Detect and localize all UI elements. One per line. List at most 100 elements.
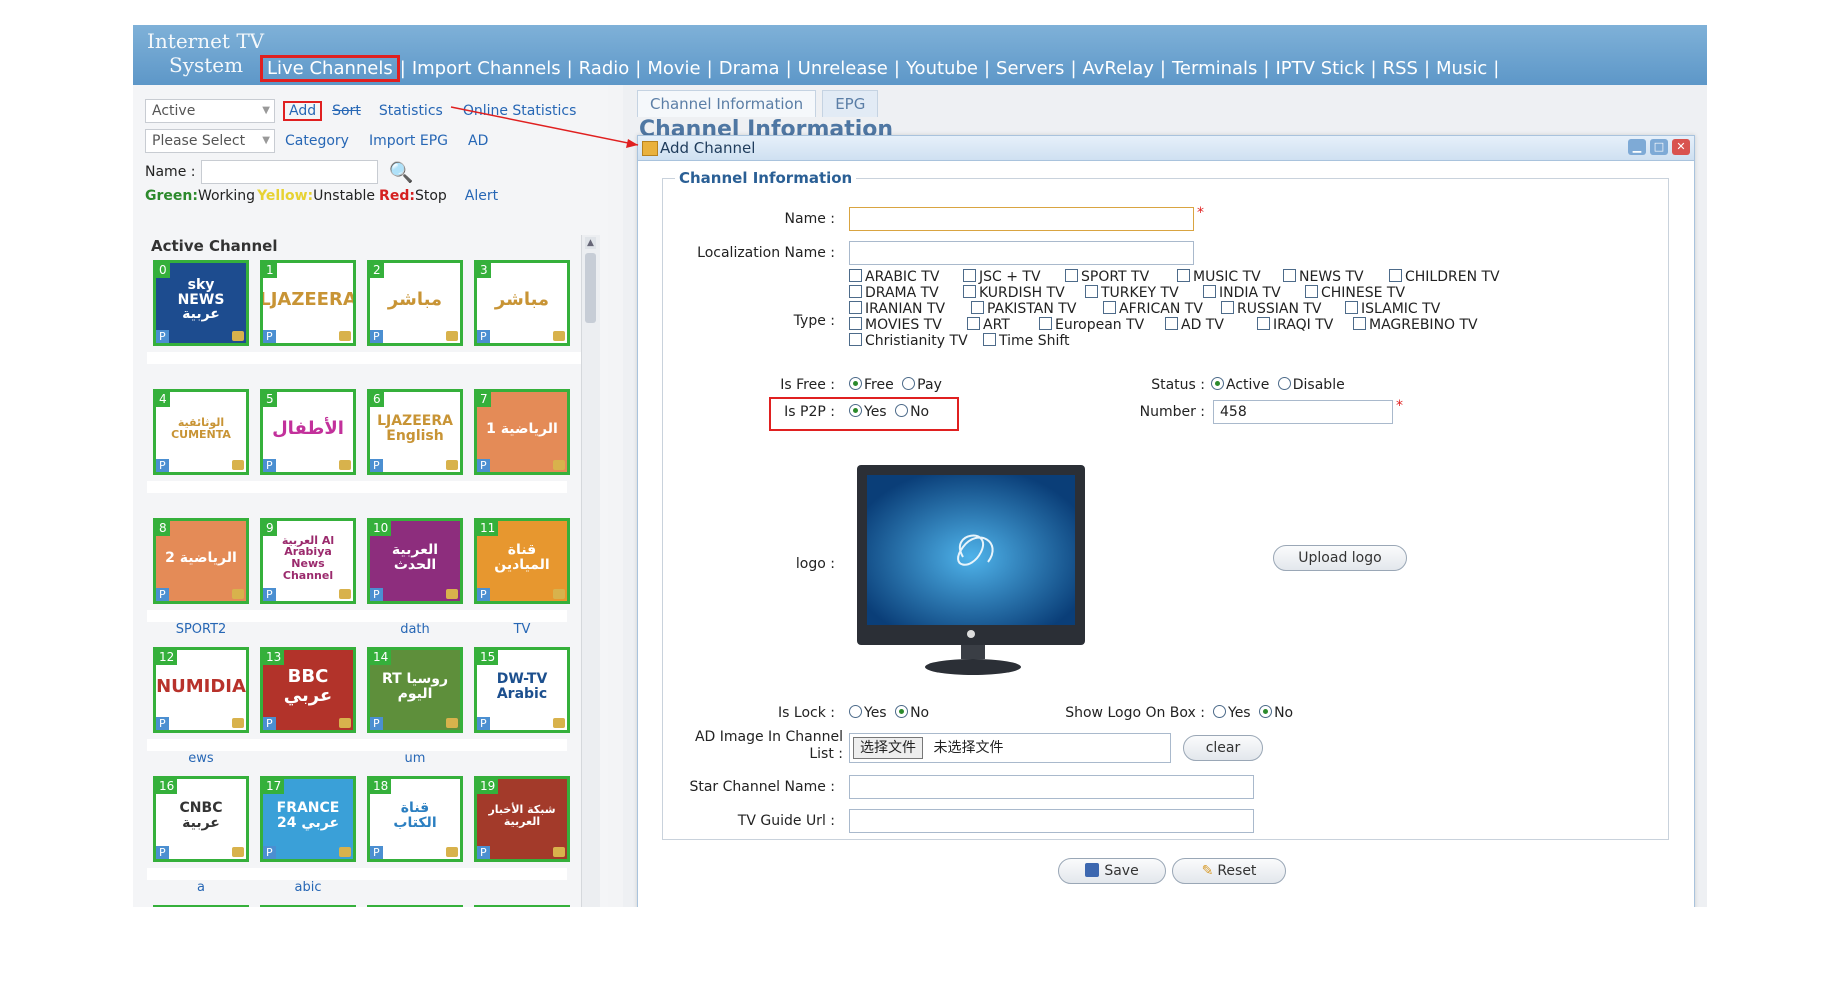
type-checkbox-option[interactable]: MUSIC TV bbox=[1177, 269, 1261, 285]
show-logo-no-radio[interactable] bbox=[1259, 705, 1273, 718]
checkbox-icon[interactable] bbox=[1353, 317, 1366, 330]
save-button[interactable]: Save bbox=[1058, 858, 1166, 884]
category-select[interactable]: Please Select ▼ bbox=[145, 129, 275, 153]
channel-tile[interactable]: مباشر 2 P bbox=[367, 260, 463, 346]
channel-caption[interactable]: abic bbox=[260, 880, 356, 895]
checkbox-icon[interactable] bbox=[1065, 269, 1078, 282]
nav-iptv-stick[interactable]: IPTV Stick bbox=[1270, 58, 1371, 79]
checkbox-icon[interactable] bbox=[849, 301, 862, 314]
channel-tile[interactable]: LJAZEERA English 6 P bbox=[367, 389, 463, 475]
channel-tile[interactable]: قناة الميادين 11 P bbox=[474, 518, 570, 604]
nav-terminals[interactable]: Terminals bbox=[1166, 58, 1263, 79]
channel-tile[interactable]: DW-TV Arabic 15 P bbox=[474, 647, 570, 733]
disable-radio[interactable] bbox=[1277, 377, 1291, 390]
active-radio[interactable] bbox=[1211, 377, 1224, 390]
lock-no-radio[interactable] bbox=[895, 705, 909, 718]
nav-music[interactable]: Music bbox=[1430, 58, 1493, 79]
checkbox-icon[interactable] bbox=[983, 333, 996, 346]
nav-radio[interactable]: Radio bbox=[573, 58, 636, 79]
checkbox-icon[interactable] bbox=[1085, 285, 1098, 298]
checkbox-icon[interactable] bbox=[963, 269, 976, 282]
channel-tile[interactable]: 20P bbox=[153, 905, 249, 907]
type-checkbox-option[interactable]: RUSSIAN TV bbox=[1221, 301, 1322, 317]
choose-file-button[interactable]: 选择文件 bbox=[853, 737, 923, 759]
channel-tile[interactable]: RT روسيا اليوم 14 P bbox=[367, 647, 463, 733]
checkbox-icon[interactable] bbox=[1103, 301, 1116, 314]
statistics-link[interactable]: Statistics bbox=[379, 103, 443, 119]
add-channel-link[interactable]: Add bbox=[283, 101, 323, 121]
free-radio[interactable] bbox=[849, 377, 862, 390]
close-icon[interactable]: ✕ bbox=[1672, 139, 1690, 155]
channel-tile[interactable]: الرياضية 2 8 P bbox=[153, 518, 249, 604]
p2p-no-radio[interactable] bbox=[895, 404, 909, 417]
type-checkbox-option[interactable]: DRAMA TV bbox=[849, 285, 939, 301]
type-checkbox-option[interactable]: ART bbox=[967, 317, 1010, 333]
tv-guide-url-input[interactable] bbox=[849, 809, 1254, 833]
status-filter-select[interactable]: Active ▼ bbox=[145, 99, 275, 123]
channel-name-input[interactable] bbox=[849, 207, 1194, 231]
channel-caption[interactable]: dath bbox=[367, 622, 463, 637]
checkbox-icon[interactable] bbox=[963, 285, 976, 298]
channel-caption[interactable]: ews bbox=[153, 751, 249, 766]
tab-channel-information[interactable]: Channel Information bbox=[637, 90, 817, 117]
channel-tile[interactable]: sky NEWS عربية 0 P bbox=[153, 260, 249, 346]
type-checkbox-option[interactable]: JSC + TV bbox=[963, 269, 1041, 285]
checkbox-icon[interactable] bbox=[849, 317, 862, 330]
channel-tile[interactable]: 22P bbox=[367, 905, 463, 907]
channel-tile[interactable]: الأطفال 5 P bbox=[260, 389, 356, 475]
channel-tile[interactable]: شبكة الأخبار العربية 19 P bbox=[474, 776, 570, 862]
type-checkbox-option[interactable]: ISLAMIC TV bbox=[1345, 301, 1440, 317]
type-checkbox-option[interactable]: SPORT TV bbox=[1065, 269, 1149, 285]
type-checkbox-option[interactable]: Time Shift bbox=[983, 333, 1070, 349]
channel-tile[interactable]: العربية Al Arabiya News Channel 9 P bbox=[260, 518, 356, 604]
channel-tile[interactable]: قناة الكتاب 18 P bbox=[367, 776, 463, 862]
nav-avrelay[interactable]: AvRelay bbox=[1077, 58, 1160, 79]
nav-youtube[interactable]: Youtube bbox=[900, 58, 984, 79]
type-checkbox-option[interactable]: European TV bbox=[1039, 317, 1144, 333]
channel-list-scrollbar[interactable]: ▲ bbox=[581, 235, 600, 907]
checkbox-icon[interactable] bbox=[849, 285, 862, 298]
nav-unrelease[interactable]: Unrelease bbox=[792, 58, 894, 79]
type-checkbox-option[interactable]: MOVIES TV bbox=[849, 317, 942, 333]
channel-tile[interactable]: مباشر 3 P bbox=[474, 260, 570, 346]
channel-tile[interactable]: العربية الحدث 10 P bbox=[367, 518, 463, 604]
pay-radio[interactable] bbox=[902, 377, 916, 390]
type-checkbox-option[interactable]: IRANIAN TV bbox=[849, 301, 945, 317]
channel-number-input[interactable]: 458 bbox=[1213, 400, 1393, 424]
name-search-input[interactable] bbox=[201, 160, 379, 184]
type-checkbox-option[interactable]: INDIA TV bbox=[1203, 285, 1281, 301]
upload-logo-button[interactable]: Upload logo bbox=[1273, 545, 1407, 571]
scrollbar-thumb[interactable] bbox=[585, 253, 596, 323]
nav-rss[interactable]: RSS bbox=[1377, 58, 1424, 79]
type-checkbox-option[interactable]: AFRICAN TV bbox=[1103, 301, 1203, 317]
type-checkbox-option[interactable]: CHILDREN TV bbox=[1389, 269, 1500, 285]
clear-file-button[interactable]: clear bbox=[1183, 735, 1263, 761]
channel-tile[interactable]: FRANCE 24 عربي 17 P bbox=[260, 776, 356, 862]
dialog-title-bar[interactable]: Add Channel ▁ □ ✕ bbox=[638, 136, 1694, 161]
checkbox-icon[interactable] bbox=[1165, 317, 1178, 330]
nav-servers[interactable]: Servers bbox=[990, 58, 1070, 79]
channel-tile[interactable]: LJAZEERA 1 P bbox=[260, 260, 356, 346]
ad-image-file-input[interactable]: 选择文件 未选择文件 bbox=[849, 733, 1171, 763]
type-checkbox-option[interactable]: CHINESE TV bbox=[1305, 285, 1405, 301]
search-icon[interactable]: 🔍 bbox=[388, 160, 413, 184]
p2p-yes-radio[interactable] bbox=[849, 404, 862, 417]
checkbox-icon[interactable] bbox=[1305, 285, 1318, 298]
channel-tile[interactable]: ARABIC23P bbox=[474, 905, 570, 907]
type-checkbox-option[interactable]: KURDISH TV bbox=[963, 285, 1065, 301]
checkbox-icon[interactable] bbox=[1039, 317, 1052, 330]
reset-button[interactable]: ✎ Reset bbox=[1172, 858, 1286, 884]
channel-caption[interactable]: um bbox=[367, 751, 463, 766]
channel-caption[interactable]: SPORT2 bbox=[153, 622, 249, 637]
nav-live-channels[interactable]: Live Channels bbox=[260, 54, 400, 82]
alert-link[interactable]: Alert bbox=[465, 188, 498, 204]
category-link[interactable]: Category bbox=[285, 133, 349, 149]
channel-tile[interactable]: 21P bbox=[260, 905, 356, 907]
checkbox-icon[interactable] bbox=[849, 333, 862, 346]
checkbox-icon[interactable] bbox=[1203, 285, 1216, 298]
tab-epg[interactable]: EPG bbox=[822, 90, 879, 117]
sort-link[interactable]: Sort bbox=[332, 103, 361, 119]
type-checkbox-option[interactable]: NEWS TV bbox=[1283, 269, 1364, 285]
scroll-up-icon[interactable]: ▲ bbox=[585, 237, 596, 249]
type-checkbox-option[interactable]: AD TV bbox=[1165, 317, 1224, 333]
